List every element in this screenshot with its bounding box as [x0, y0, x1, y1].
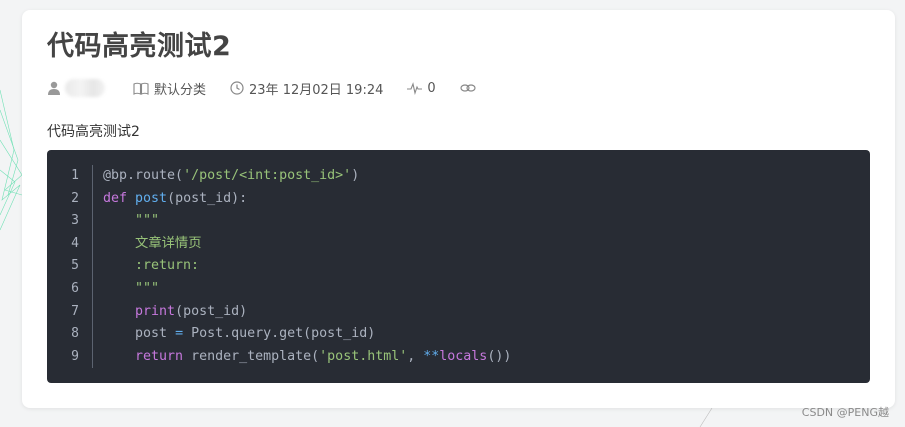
- line-number: 4: [71, 235, 79, 251]
- code-token: Post.query.get(post_id): [183, 326, 376, 342]
- pulse-icon: [407, 82, 423, 95]
- article-summary: 代码高亮测试2: [47, 124, 140, 140]
- views: 0: [407, 80, 436, 96]
- author-name-blurred: [65, 79, 105, 97]
- code-line: print(post_id): [103, 301, 860, 324]
- line-number: 6: [71, 280, 79, 296]
- code-block[interactable]: 1 2 3 4 5 6 7 8 9 @bp.route('/post/<int:post_id>…: [47, 150, 870, 383]
- line-number: 8: [71, 326, 79, 342]
- code-line: 文章详情页: [103, 233, 860, 256]
- line-number: 7: [71, 303, 79, 319]
- code-token: (post_id):: [167, 190, 248, 206]
- views-count: 0: [427, 80, 436, 96]
- code-token: ()): [487, 348, 512, 364]
- code-token: ): [351, 168, 360, 183]
- code-line: @bp.route('/post/<int:post_id>'): [103, 165, 860, 188]
- code-content[interactable]: @bp.route('/post/<int:post_id>') def post…: [103, 165, 860, 368]
- category-label: 默认分类: [154, 82, 207, 98]
- category[interactable]: 默认分类: [133, 79, 206, 98]
- clock-icon: [230, 81, 244, 95]
- code-token: """: [103, 213, 160, 229]
- datetime-label: 23年 12月02日 19:24: [249, 82, 384, 98]
- code-line: post = Post.query.get(post_id): [103, 323, 860, 346]
- code-token: render_template(: [183, 348, 320, 364]
- code-token: post: [103, 326, 176, 342]
- user-icon: [48, 81, 60, 95]
- line-number: 9: [71, 348, 79, 364]
- article-meta: 默认分类 23年 12月02日 19:24 0: [47, 78, 505, 98]
- code-token: locals: [439, 348, 488, 364]
- line-number: 5: [71, 258, 79, 274]
- code-token: print: [135, 303, 176, 319]
- code-line: def post(post_id):: [103, 188, 860, 211]
- code-token: post: [135, 190, 168, 206]
- author[interactable]: [47, 79, 105, 97]
- line-number: 3: [71, 213, 79, 229]
- code-line: :return:: [103, 255, 860, 278]
- code-token: return: [135, 348, 184, 364]
- code-line: """: [103, 210, 860, 233]
- code-token: :return:: [103, 258, 200, 274]
- code-token: **: [423, 348, 440, 364]
- line-number-gutter: 1 2 3 4 5 6 7 8 9: [47, 165, 93, 369]
- article-title: 代码高亮测试2: [47, 31, 232, 62]
- code-token: @bp.route(: [103, 168, 184, 183]
- code-token: 文章详情页: [103, 235, 202, 251]
- code-token: =: [175, 326, 184, 342]
- article-card: 代码高亮测试2 默认分类 23年 12月02日 19:24 0 代码高亮测试2 …: [22, 10, 895, 408]
- code-token: def: [103, 190, 136, 206]
- line-number: 1: [71, 168, 79, 183]
- code-line: """: [103, 278, 860, 301]
- code-token: '/post/<int:post_id>': [183, 168, 352, 183]
- book-icon: [133, 82, 149, 95]
- copy-link[interactable]: [460, 83, 481, 93]
- code-token: ,: [407, 348, 424, 364]
- code-token: 'post.html': [319, 348, 408, 364]
- watermark: CSDN @PENG越: [801, 406, 889, 419]
- code-token: """: [103, 280, 160, 296]
- publish-datetime: 23年 12月02日 19:24: [230, 79, 383, 98]
- line-number: 2: [71, 190, 79, 206]
- link-icon: [460, 84, 476, 92]
- code-line: return render_template('post.html', **lo…: [103, 346, 860, 369]
- code-token: (post_id): [175, 303, 248, 319]
